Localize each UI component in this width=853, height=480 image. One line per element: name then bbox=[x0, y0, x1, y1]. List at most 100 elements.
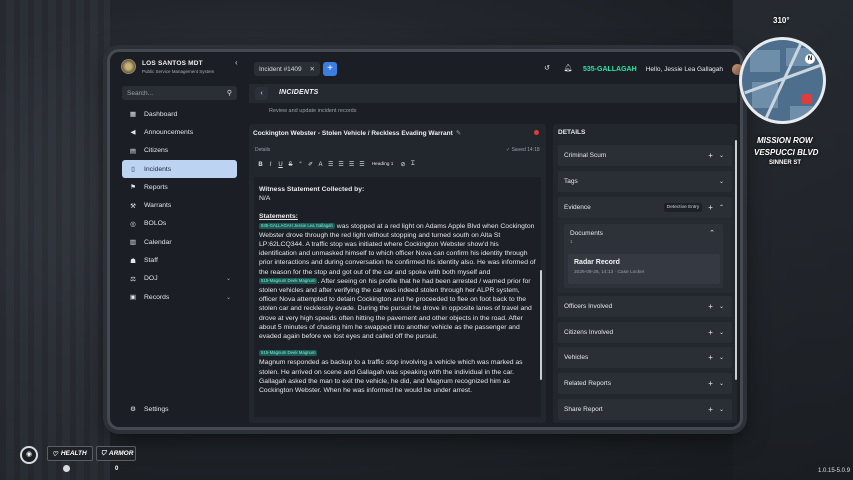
sidebar-item-announcements[interactable]: ◀ Announcements bbox=[122, 123, 237, 141]
health-bar: ♡ HEALTH bbox=[47, 446, 93, 461]
minimap: N bbox=[739, 37, 826, 124]
align-center-icon[interactable]: ☰ bbox=[338, 161, 343, 168]
editor-content[interactable]: Witness Statement Collected by: N/A Stat… bbox=[254, 177, 541, 417]
link-icon[interactable]: ⊘ bbox=[400, 161, 405, 168]
add-icon[interactable]: + bbox=[708, 328, 713, 337]
section-label: Citizens Involved bbox=[564, 329, 614, 336]
bullet-list-icon[interactable]: ☰ bbox=[349, 161, 354, 168]
sidebar-item-label: Settings bbox=[144, 405, 169, 413]
officer-tag[interactable]: 515-Magnum Deek Magnum bbox=[259, 350, 318, 357]
chevron-down-icon[interactable]: ⌄ bbox=[719, 178, 724, 185]
bold-icon[interactable]: B bbox=[258, 162, 263, 168]
document-icon: ▯ bbox=[131, 166, 135, 174]
evidence-record[interactable]: Radar Record 2026-09-26, 14:13 · Case Lo… bbox=[568, 254, 720, 284]
chevron-up-icon[interactable]: ⌃ bbox=[719, 204, 724, 211]
add-icon[interactable]: + bbox=[708, 353, 713, 362]
chevron-down-icon[interactable]: ⌄ bbox=[719, 152, 724, 159]
search-box[interactable]: ⚲ bbox=[122, 86, 237, 100]
underline-icon[interactable]: U bbox=[278, 162, 283, 168]
officer-tag[interactable]: 535-GALLAGAH Jessie Lea Gallagah bbox=[259, 222, 335, 229]
chevron-down-icon: ⌄ bbox=[225, 294, 231, 301]
statement-text: . After seeing on his profile that he ha… bbox=[259, 277, 532, 341]
close-tab-icon[interactable]: ✕ bbox=[310, 65, 315, 73]
sidebar-nav: ▦ Dashboard ◀ Announcements ▤ Citizens ▯ Inc… bbox=[122, 105, 237, 306]
add-icon[interactable]: + bbox=[708, 151, 713, 160]
chevron-down-icon: ⌄ bbox=[225, 276, 231, 283]
chevron-down-icon[interactable]: ⌄ bbox=[719, 406, 724, 413]
officer-tag[interactable]: 515-Magnum Deek Magnum bbox=[259, 278, 318, 285]
sidebar-item-settings[interactable]: ⚙ Settings bbox=[122, 400, 237, 418]
statement-text: was stopped at a red light on Adams Appl… bbox=[259, 222, 536, 276]
chevron-down-icon[interactable]: ⌄ bbox=[719, 380, 724, 387]
highlight-icon[interactable]: ✐ bbox=[308, 161, 313, 168]
search-input[interactable] bbox=[127, 89, 217, 97]
sidebar-item-doj[interactable]: ⚖ DOJ ⌄ bbox=[122, 270, 237, 288]
sidebar-item-calendar[interactable]: ▥ Calendar bbox=[122, 233, 237, 251]
armor-value: 0 bbox=[115, 466, 119, 472]
add-icon[interactable]: + bbox=[708, 302, 713, 311]
search-icon[interactable]: ⚲ bbox=[227, 89, 232, 97]
incident-title[interactable]: Cockington Webster - Stolen Vehicle / Re… bbox=[253, 129, 461, 137]
unsaved-indicator bbox=[534, 130, 539, 135]
chevron-up-icon[interactable]: ⌃ bbox=[709, 229, 715, 237]
calendar-icon: ▥ bbox=[129, 239, 137, 247]
clear-format-icon[interactable]: Ꮖ bbox=[411, 161, 416, 168]
history-icon[interactable]: ↺ bbox=[541, 63, 553, 75]
witness-value: N/A bbox=[259, 195, 271, 203]
section-evidence[interactable]: Evidence Detective Entry + ⌃ bbox=[558, 197, 732, 218]
target-icon: ◎ bbox=[130, 220, 136, 228]
pencil-icon[interactable]: ✎ bbox=[456, 130, 461, 137]
sidebar-item-reports[interactable]: ⚑ Reports bbox=[122, 178, 237, 196]
sidebar-item-records[interactable]: ▣ Records ⌄ bbox=[122, 288, 237, 306]
editor-scrollbar[interactable] bbox=[540, 270, 542, 380]
sidebar-item-bolos[interactable]: ◎ BOLOs bbox=[122, 215, 237, 233]
tab-incident[interactable]: Incident #1409 ✕ bbox=[254, 62, 320, 76]
sidebar-item-warrants[interactable]: ⚒ Warrants bbox=[122, 196, 237, 214]
italic-icon[interactable]: I bbox=[268, 162, 273, 168]
details-title: DETAILS bbox=[558, 129, 586, 136]
section-label: Tags bbox=[564, 178, 578, 185]
collapse-sidebar-icon[interactable]: ‹ bbox=[235, 58, 238, 67]
voice-icon: ◉ bbox=[20, 446, 38, 464]
section-related-reports[interactable]: Related Reports + ⌄ bbox=[558, 373, 732, 394]
detective-entry-button[interactable]: Detective Entry bbox=[663, 203, 703, 212]
gavel-icon: ⚒ bbox=[130, 202, 136, 210]
sidebar-item-dashboard[interactable]: ▦ Dashboard bbox=[122, 105, 237, 123]
armor-bar: ⛉ ARMOR bbox=[96, 446, 136, 461]
add-icon[interactable]: + bbox=[708, 379, 713, 388]
flag-icon: ⚑ bbox=[130, 184, 136, 192]
section-criminal-scum[interactable]: Criminal Scum + ⌄ bbox=[558, 145, 732, 166]
numbered-list-icon[interactable]: ☰ bbox=[359, 161, 364, 168]
sidebar-item-label: DOJ bbox=[144, 275, 158, 283]
sidebar-item-staff[interactable]: ☗ Staff bbox=[122, 251, 237, 269]
chevron-down-icon[interactable]: ⌄ bbox=[719, 354, 724, 361]
add-icon[interactable]: + bbox=[708, 203, 713, 212]
bell-icon[interactable]: 🔔︎ bbox=[562, 63, 574, 75]
section-officers[interactable]: Officers Involved + ⌄ bbox=[558, 296, 732, 317]
sidebar-item-incidents[interactable]: ▯ Incidents bbox=[122, 159, 237, 179]
back-button[interactable]: ‹ bbox=[255, 87, 268, 100]
details-scrollbar[interactable] bbox=[735, 140, 737, 380]
section-vehicles[interactable]: Vehicles + ⌄ bbox=[558, 347, 732, 368]
saved-status: ✓ Saved 14:18 bbox=[506, 147, 540, 153]
quote-icon[interactable]: “ bbox=[298, 162, 303, 168]
strikethrough-icon[interactable]: S bbox=[288, 162, 293, 168]
section-citizens[interactable]: Citizens Involved + ⌄ bbox=[558, 322, 732, 343]
font-color-icon[interactable]: A bbox=[318, 162, 323, 168]
player-marker-icon bbox=[802, 94, 812, 104]
tab-label: Incident #1409 bbox=[259, 65, 302, 73]
sidebar-item-citizens[interactable]: ▤ Citizens bbox=[122, 142, 237, 160]
database-icon: ▣ bbox=[129, 294, 137, 302]
section-label: Criminal Scum bbox=[564, 152, 607, 159]
section-share-report[interactable]: Share Report + ⌄ bbox=[558, 399, 732, 420]
add-icon[interactable]: + bbox=[708, 405, 713, 414]
chevron-down-icon[interactable]: ⌄ bbox=[719, 303, 724, 310]
add-tab-button[interactable]: + bbox=[323, 62, 337, 76]
heading-select[interactable]: Heading 1 bbox=[370, 162, 396, 167]
location-cross-street: SINNER ST bbox=[769, 160, 802, 166]
section-tags[interactable]: Tags ⌄ bbox=[558, 171, 732, 192]
sidebar-item-label: Announcements bbox=[144, 128, 194, 136]
section-label: Vehicles bbox=[564, 354, 589, 361]
chevron-down-icon[interactable]: ⌄ bbox=[719, 329, 724, 336]
align-left-icon[interactable]: ☰ bbox=[328, 161, 333, 168]
